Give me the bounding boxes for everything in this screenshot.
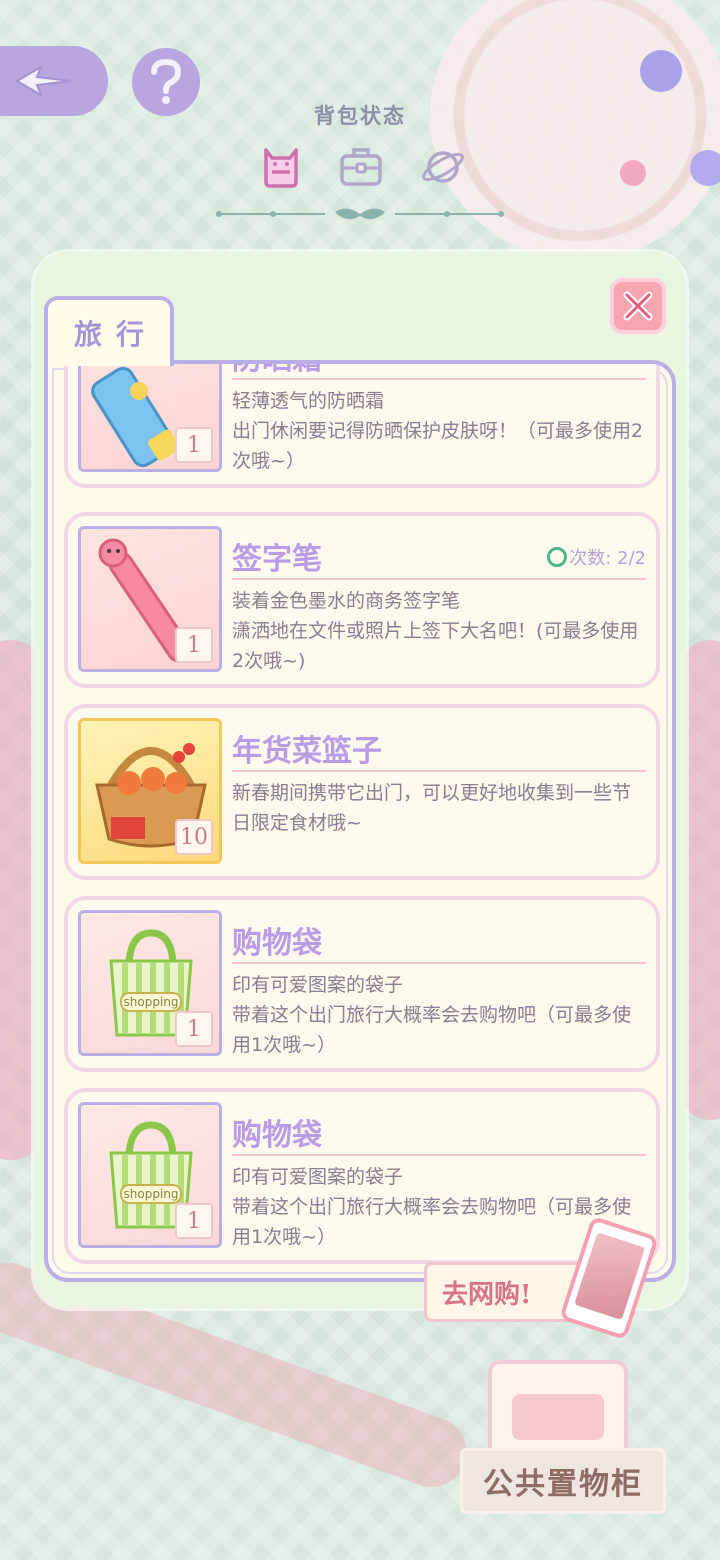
item-name: 购物袋	[232, 1118, 322, 1153]
close-icon	[623, 291, 653, 321]
name-underline	[232, 962, 646, 964]
locker-label: 公共置物柜	[460, 1448, 666, 1514]
flower-decoration	[620, 160, 646, 186]
item-card[interactable]: shopping 1 购物袋 印有可爱图案的袋子 带着这个出门旅行大概率会去购物…	[64, 1088, 660, 1264]
item-name: 年货菜篮子	[232, 734, 382, 769]
item-count-badge: 1	[175, 627, 213, 663]
online-shop-button[interactable]: 去网购!	[424, 1215, 660, 1341]
item-card[interactable]: 1 签字笔 次数: 2/2 装着金色墨水的商务签字笔 潇洒地在文件或照片上签下大…	[64, 512, 660, 688]
item-description: 轻薄透气的防晒霜 出门休闲要记得防晒保护皮肤呀！（可最多使用2次哦~）	[232, 390, 644, 472]
item-thumbnail: 1	[78, 364, 222, 472]
item-name: 防晒霜	[232, 364, 322, 378]
item-thumbnail: shopping 1	[78, 1102, 222, 1248]
item-description: 印有可爱图案的袋子 带着这个出门旅行大概率会去购物吧（可最多使用1次哦~）	[232, 974, 632, 1056]
item-count-badge: 1	[175, 1203, 213, 1239]
item-card[interactable]: 10 年货菜篮子 新春期间携带它出门，可以更好地收集到一些节日限定食材哦~	[64, 704, 660, 880]
item-count-badge: 1	[175, 1011, 213, 1047]
page-title: 背包状态	[314, 104, 406, 128]
shop-button-label: 去网购!	[442, 1280, 532, 1310]
uses-counter: 次数: 2/2	[547, 544, 646, 570]
name-underline	[232, 378, 646, 380]
svg-text:shopping: shopping	[124, 995, 179, 1009]
name-underline	[232, 1154, 646, 1156]
item-thumbnail: shopping 1	[78, 910, 222, 1056]
item-count-badge: 1	[175, 427, 213, 463]
flower-decoration	[690, 150, 720, 186]
item-description: 新春期间携带它出门，可以更好地收集到一些节日限定食材哦~	[232, 782, 632, 834]
cat-backpack-icon[interactable]	[256, 142, 306, 192]
svg-text:shopping: shopping	[124, 1187, 179, 1201]
item-name: 签字笔	[232, 542, 322, 577]
item-card[interactable]: 1 防晒霜 轻薄透气的防晒霜 出门休闲要记得防晒保护皮肤呀！（可最多使用2次哦~…	[64, 364, 660, 488]
item-count-badge: 10	[175, 819, 213, 855]
item-card[interactable]: shopping 1 购物袋 印有可爱图案的袋子 带着这个出门旅行大概率会去购物…	[64, 896, 660, 1072]
item-thumbnail: 1	[78, 526, 222, 672]
pink-cloth-decoration	[680, 640, 720, 1120]
item-name: 购物袋	[232, 926, 322, 961]
suitcase-icon[interactable]	[336, 142, 386, 192]
name-underline	[232, 578, 646, 580]
close-button[interactable]	[610, 278, 666, 334]
item-list[interactable]: 1 防晒霜 轻薄透气的防晒霜 出门休闲要记得防晒保护皮肤呀！（可最多使用2次哦~…	[44, 360, 676, 1282]
item-thumbnail: 10	[78, 718, 222, 864]
ornament-divider	[216, 208, 504, 220]
tab-travel[interactable]: 旅行	[44, 296, 174, 366]
timer-icon	[547, 547, 568, 567]
item-description: 装着金色墨水的商务签字笔 潇洒地在文件或照片上签下大名吧！(可最多使用2次哦~)	[232, 590, 639, 672]
public-locker-button[interactable]: 公共置物柜	[460, 1330, 666, 1520]
back-arrow-icon	[15, 64, 72, 98]
item-description: 印有可爱图案的袋子 带着这个出门旅行大概率会去购物吧（可最多使用1次哦~）	[232, 1166, 632, 1248]
planet-icon[interactable]	[418, 142, 468, 192]
name-underline	[232, 770, 646, 772]
question-mark-icon	[151, 58, 182, 104]
flower-decoration	[640, 50, 682, 92]
